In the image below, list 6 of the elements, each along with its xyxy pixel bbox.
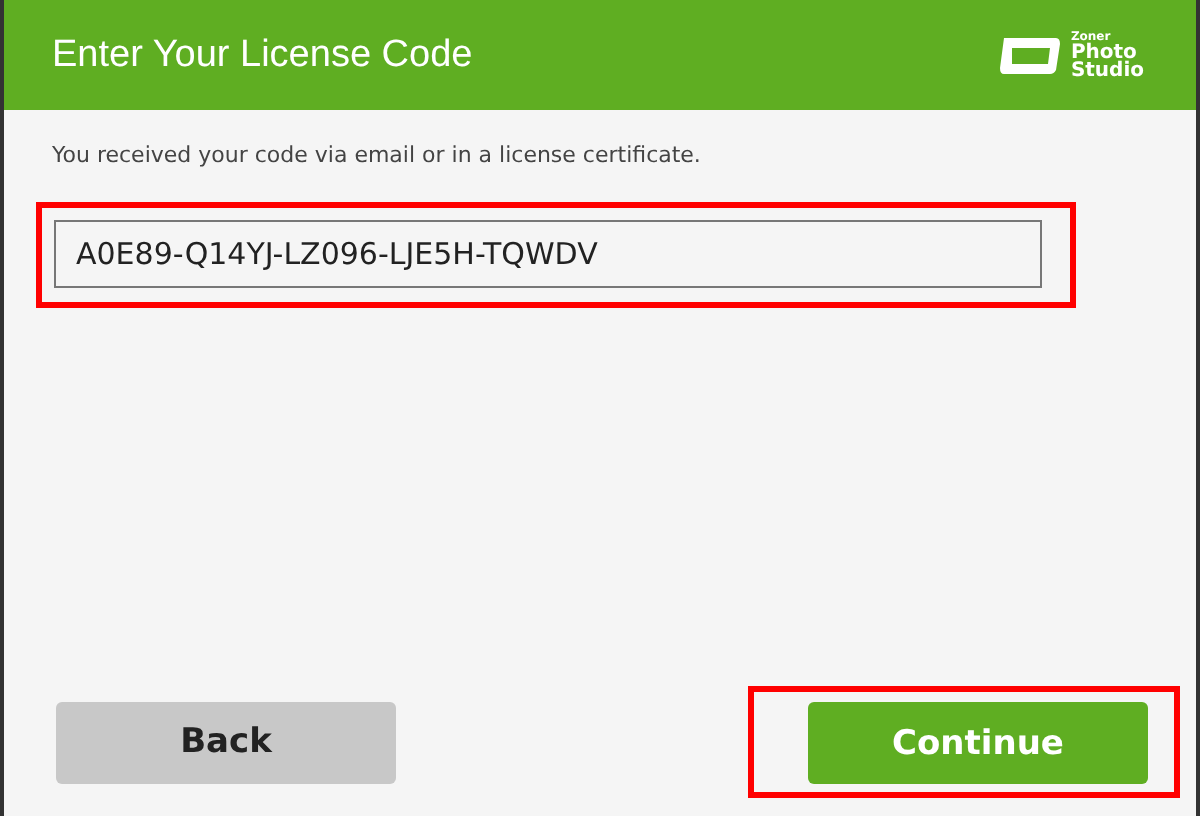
logo-text: Photo [1070, 43, 1137, 61]
logo-text: Studio [1070, 61, 1144, 79]
dialog-title: Enter Your License Code [52, 33, 473, 77]
back-button[interactable]: Back [56, 701, 396, 783]
license-code-field[interactable]: A0E89-Q14YJ-LZ096-LJE5H-TQWDV [54, 220, 1042, 288]
instruction-text: You received your code via email or in a license certificate. [52, 142, 703, 168]
